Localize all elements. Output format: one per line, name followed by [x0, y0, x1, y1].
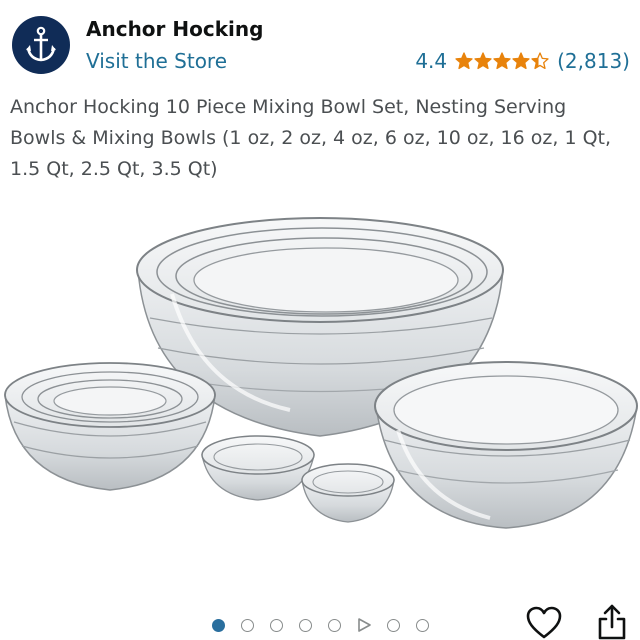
visit-store-link[interactable]: Visit the Store [86, 49, 227, 73]
rating-count[interactable]: (2,813) [557, 49, 630, 73]
rating-score: 4.4 [415, 49, 448, 73]
share-button[interactable] [595, 603, 629, 640]
carousel-video-play-icon[interactable] [357, 618, 371, 632]
carousel-dot[interactable] [327, 618, 341, 632]
product-image[interactable] [0, 200, 640, 610]
star-full-icon [493, 52, 511, 70]
heart-icon [526, 606, 562, 639]
brand-logo[interactable] [12, 16, 70, 74]
star-half-icon [531, 52, 549, 70]
carousel-dot[interactable] [298, 618, 312, 632]
tiny-bowl [201, 435, 315, 501]
product-header: Anchor Hocking Visit the Store 4.4 (2,81… [0, 0, 640, 92]
share-icon [598, 604, 626, 640]
anchor-icon [26, 26, 56, 62]
wishlist-heart-button[interactable] [526, 606, 562, 640]
brand-name[interactable]: Anchor Hocking [86, 17, 263, 41]
carousel-dot[interactable] [269, 618, 283, 632]
star-rating [455, 52, 549, 70]
small-nested-bowls [4, 362, 216, 491]
smallest-bowl [301, 463, 395, 523]
product-title: Anchor Hocking 10 Piece Mixing Bowl Set,… [10, 96, 612, 180]
rating-summary[interactable]: 4.4 (2,813) [415, 49, 630, 73]
star-full-icon [474, 52, 492, 70]
carousel-dot[interactable] [415, 618, 429, 632]
star-full-icon [512, 52, 530, 70]
carousel-dot[interactable] [240, 618, 254, 632]
carousel-dot[interactable] [211, 618, 225, 632]
medium-bowl [374, 361, 638, 529]
carousel-dot[interactable] [386, 618, 400, 632]
star-full-icon [455, 52, 473, 70]
